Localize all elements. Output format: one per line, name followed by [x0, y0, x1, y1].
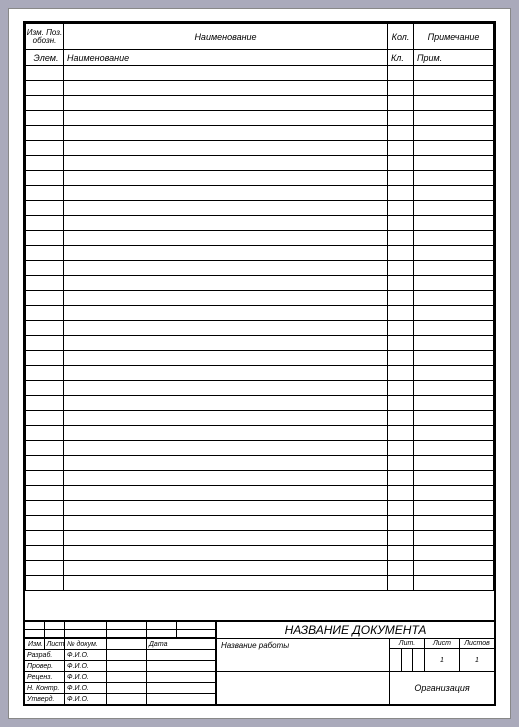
work-title: Название работы: [217, 639, 389, 671]
header-qty: Кол.: [388, 24, 414, 50]
subheader-prim: Прим.: [414, 50, 494, 66]
stamp-right: Название работы Лит. Лист Листов 1 1: [217, 639, 494, 704]
table-row: [26, 321, 494, 336]
table-body: [26, 66, 494, 591]
table-row: [26, 411, 494, 426]
stamp-header-row: Изм. Лист № докум. Дата: [25, 639, 215, 649]
subheader-name: Наименование: [64, 50, 388, 66]
table-row: [26, 306, 494, 321]
lit-h3: Листов: [460, 639, 494, 648]
table-row: [26, 201, 494, 216]
table-row: [26, 366, 494, 381]
sig-name: Ф.И.О.: [65, 650, 107, 660]
spec-table: Изм. Поз. обозн. Наименование Кол. Приме…: [25, 23, 494, 591]
sig-name: Ф.И.О.: [65, 694, 107, 704]
sig-role: Реценз.: [25, 672, 65, 682]
table-row: [26, 141, 494, 156]
table-row: [26, 426, 494, 441]
table-row: [26, 216, 494, 231]
table-row: [26, 156, 494, 171]
sig-name: Ф.И.О.: [65, 683, 107, 693]
signature-row: Разраб. Ф.И.О.: [25, 649, 215, 660]
table-row: [26, 111, 494, 126]
stamp-h-izm: Изм.: [25, 639, 45, 649]
title-block: НАЗВАНИЕ ДОКУМЕНТА Изм. Лист № докум. Да…: [25, 620, 494, 704]
table-row: [26, 516, 494, 531]
subheader-kl: Кл.: [388, 50, 414, 66]
table-row: [26, 96, 494, 111]
table-row: [26, 531, 494, 546]
table-row: [26, 381, 494, 396]
lit-block: Лит. Лист Листов 1 1: [389, 639, 494, 671]
stamp-left: Изм. Лист № докум. Дата Разраб. Ф.И.О. П…: [25, 639, 217, 704]
table-row: [26, 456, 494, 471]
table-subheader-row: Элем. Наименование Кл. Прим.: [26, 50, 494, 66]
stamp-h-sign: [107, 639, 147, 649]
signature-row: Реценз. Ф.И.О.: [25, 671, 215, 682]
table-row: [26, 486, 494, 501]
table-row: [26, 396, 494, 411]
table-row: [26, 561, 494, 576]
signature-row: Провер. Ф.И.О.: [25, 660, 215, 671]
table-row: [26, 336, 494, 351]
table-row: [26, 291, 494, 306]
sig-role: Н. Контр.: [25, 683, 65, 693]
organization: Организация: [389, 672, 494, 704]
sig-role: Утверд.: [25, 694, 65, 704]
lit-v2: 1: [425, 649, 460, 671]
signature-row: Н. Контр. Ф.И.О.: [25, 682, 215, 693]
table-header-row: Изм. Поз. обозн. Наименование Кол. Приме…: [26, 24, 494, 50]
table-row: [26, 231, 494, 246]
stamp-h-ndoc: № докум.: [65, 639, 107, 649]
header-name: Наименование: [64, 24, 388, 50]
sig-role: Разраб.: [25, 650, 65, 660]
sig-name: Ф.И.О.: [65, 672, 107, 682]
lit-h1: Лит.: [390, 639, 425, 648]
stamp-h-date: Дата: [147, 639, 215, 649]
header-pos: Изм. Поз. обозн.: [26, 24, 64, 50]
lit-v3: 1: [460, 649, 494, 671]
table-row: [26, 441, 494, 456]
table-row: [26, 171, 494, 186]
table-row: [26, 126, 494, 141]
subheader-elem: Элем.: [26, 50, 64, 66]
table-row: [26, 246, 494, 261]
title-block-top-left: [25, 622, 217, 638]
table-row: [26, 276, 494, 291]
table-row: [26, 186, 494, 201]
table-row: [26, 471, 494, 486]
signature-row: Утверд. Ф.И.О.: [25, 693, 215, 704]
stamp-h-list: Лист: [45, 639, 65, 649]
table-row: [26, 66, 494, 81]
sig-name: Ф.И.О.: [65, 661, 107, 671]
lit-h2: Лист: [425, 639, 460, 648]
document-title: НАЗВАНИЕ ДОКУМЕНТА: [217, 622, 494, 638]
table-row: [26, 576, 494, 591]
table-row: [26, 546, 494, 561]
table-row: [26, 81, 494, 96]
page: Изм. Поз. обозн. Наименование Кол. Приме…: [8, 8, 511, 719]
document-frame: Изм. Поз. обозн. Наименование Кол. Приме…: [23, 21, 496, 706]
table-row: [26, 351, 494, 366]
table-row: [26, 261, 494, 276]
header-note: Примечание: [414, 24, 494, 50]
table-row: [26, 501, 494, 516]
sig-role: Провер.: [25, 661, 65, 671]
